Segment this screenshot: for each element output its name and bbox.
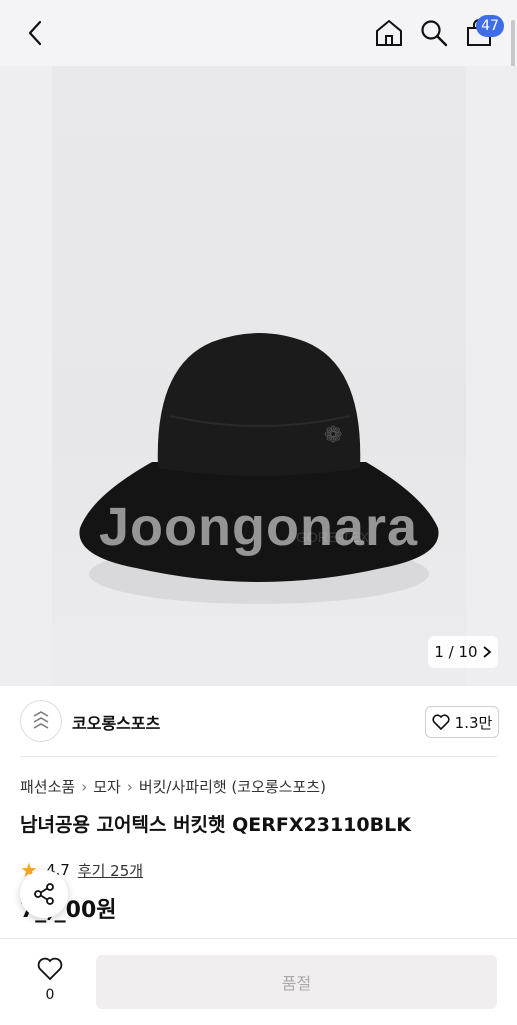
- breadcrumb-item[interactable]: 모자: [93, 776, 121, 797]
- breadcrumb-item[interactable]: 패션소품: [20, 776, 75, 797]
- seller-avatar[interactable]: [20, 700, 62, 742]
- pager-label: 1 / 10: [434, 643, 478, 661]
- share-icon: [34, 883, 54, 905]
- reviews-link[interactable]: 후기 25개: [78, 860, 143, 881]
- search-button[interactable]: [415, 14, 453, 52]
- sold-out-button[interactable]: 품절: [96, 955, 497, 1009]
- product-image-gallery[interactable]: ❁ GORE-TEX Joongonara 1 / 10: [0, 66, 517, 686]
- cart-count-badge: 47: [476, 15, 504, 37]
- heart-icon: [37, 957, 63, 981]
- seller-name[interactable]: 코오롱스포츠: [72, 710, 160, 734]
- divider: [20, 756, 497, 757]
- breadcrumb-item[interactable]: 버킷/사파리햇 (코오롱스포츠): [139, 776, 326, 797]
- chevron-right-icon: ›: [126, 777, 133, 796]
- follow-like-button[interactable]: 1.3만: [425, 706, 499, 738]
- image-pager[interactable]: 1 / 10: [428, 636, 498, 668]
- svg-text:❁: ❁: [324, 423, 342, 448]
- brand-logo-icon: [33, 711, 49, 729]
- watermark: Joongonara: [98, 497, 419, 557]
- bottom-action-bar: 0 품절: [0, 938, 517, 1025]
- product-title: 남녀공용 고어텍스 버킷햇 QERFX23110BLK: [20, 814, 411, 836]
- back-button[interactable]: [18, 16, 52, 50]
- chevron-right-icon: ›: [81, 777, 88, 796]
- bucket-hat-image: ❁ GORE-TEX: [79, 333, 439, 604]
- like-count: 1.3만: [454, 713, 493, 732]
- top-bar: 47: [0, 0, 517, 66]
- search-icon: [421, 20, 448, 47]
- chevron-left-icon: [28, 20, 42, 46]
- seller-row[interactable]: 코오롱스포츠 1.3만: [0, 686, 517, 756]
- breadcrumb: 패션소품 › 모자 › 버킷/사파리햇 (코오롱스포츠): [20, 776, 326, 797]
- share-button[interactable]: [20, 870, 68, 918]
- home-button[interactable]: [370, 14, 408, 52]
- chevron-right-icon: [483, 646, 492, 658]
- wishlist-button[interactable]: 0: [28, 957, 72, 1003]
- home-icon: [376, 19, 402, 46]
- heart-icon: [432, 714, 450, 730]
- wish-count: 0: [45, 987, 55, 1003]
